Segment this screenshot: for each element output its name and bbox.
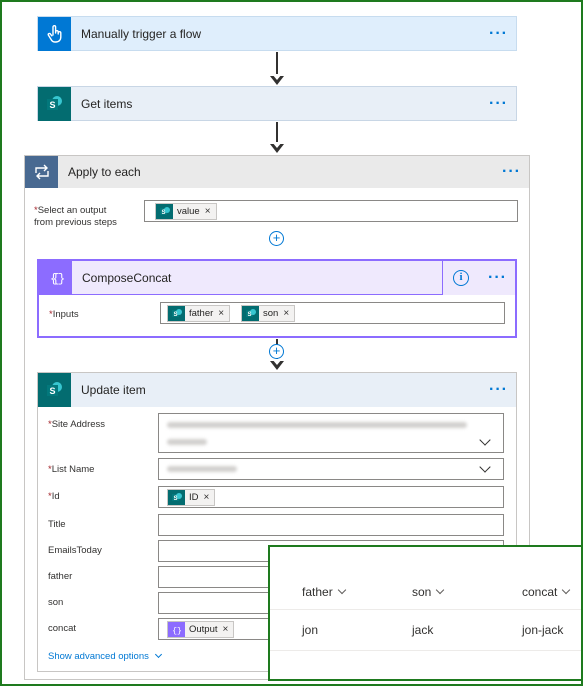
row-divider — [270, 650, 581, 651]
insert-step-plus-icon[interactable]: + — [269, 231, 284, 246]
site-address-dropdown[interactable] — [158, 413, 504, 453]
father-token-remove[interactable]: × — [218, 308, 224, 319]
update-item-title: Update item — [81, 383, 146, 397]
value-token-remove[interactable]: × — [205, 206, 211, 217]
id-label: *Id — [48, 491, 60, 502]
inputs-label: *Inputs — [49, 309, 79, 320]
son-token-remove[interactable]: × — [283, 308, 289, 319]
output-token-remove[interactable]: × — [223, 624, 229, 635]
id-field[interactable]: S ID × — [158, 486, 504, 508]
father-token[interactable]: S father × — [167, 305, 231, 322]
id-token[interactable]: S ID × — [167, 489, 216, 506]
son-token[interactable]: S son × — [241, 305, 296, 322]
title-label: Title — [48, 519, 66, 530]
emails-today-label: EmailsToday — [48, 545, 102, 556]
svg-text:S: S — [49, 386, 55, 396]
update-item-header[interactable]: S Update item — [38, 373, 516, 407]
sharepoint-icon: S — [168, 306, 185, 321]
value-token-label: value — [177, 206, 200, 217]
header-divider — [270, 609, 581, 610]
chevron-down-icon — [436, 585, 445, 595]
svg-text:S: S — [247, 312, 251, 318]
hand-touch-icon — [38, 17, 71, 51]
svg-text:S: S — [161, 210, 165, 216]
svg-text:{}: {} — [172, 627, 182, 635]
apply-to-each-more-button[interactable]: ··· — [502, 156, 521, 188]
trigger-title: Manually trigger a flow — [81, 27, 202, 41]
insert-step-plus-icon[interactable]: + — [269, 344, 284, 359]
apply-to-each-title: Apply to each — [68, 165, 141, 179]
cell-father: jon — [302, 623, 319, 637]
connector-arrow — [270, 142, 284, 153]
get-items-card[interactable]: S Get items ··· — [37, 86, 517, 121]
concat-label: concat — [48, 623, 76, 634]
son-token-label: son — [263, 308, 279, 319]
son-label: son — [48, 597, 64, 608]
redacted-text — [167, 439, 207, 445]
list-view-overlay: father son concat jon jack jon-jack — [268, 545, 583, 681]
loop-icon — [25, 156, 58, 188]
chevron-down-icon — [562, 585, 571, 595]
title-field[interactable] — [158, 514, 504, 536]
column-header-concat[interactable]: concat — [522, 585, 571, 599]
show-advanced-options-link[interactable]: Show advanced options — [48, 650, 162, 662]
compose-card[interactable]: { { } ComposeConcat i ··· *Inputs S fath… — [37, 259, 517, 338]
compose-more-button[interactable]: ··· — [488, 261, 507, 295]
sharepoint-icon: S — [156, 204, 173, 219]
id-token-remove[interactable]: × — [204, 492, 210, 503]
info-icon[interactable]: i — [453, 270, 469, 286]
value-token[interactable]: S value × — [155, 203, 217, 220]
svg-text:S: S — [173, 496, 177, 502]
column-header-son[interactable]: son — [412, 585, 445, 599]
trigger-card[interactable]: Manually trigger a flow ··· — [37, 16, 517, 51]
sharepoint-icon: S — [168, 490, 185, 505]
cell-concat: jon-jack — [522, 623, 564, 637]
site-address-label: *Site Address — [48, 419, 106, 430]
compose-title: ComposeConcat — [82, 270, 172, 285]
select-output-input[interactable]: S value × — [144, 200, 518, 222]
trigger-more-button[interactable]: ··· — [489, 17, 508, 51]
sharepoint-icon: S — [242, 306, 259, 321]
chevron-down-icon — [479, 434, 491, 446]
cell-son: jack — [412, 623, 434, 637]
compose-braces-icon: {} — [168, 622, 185, 637]
svg-text:S: S — [49, 100, 55, 110]
update-item-more-button[interactable]: ··· — [489, 373, 508, 407]
chevron-down-icon — [479, 461, 491, 473]
chevron-down-icon — [337, 585, 346, 595]
svg-text:}: } — [58, 272, 65, 286]
sharepoint-icon: S — [38, 87, 71, 121]
column-header-father[interactable]: father — [302, 585, 346, 599]
get-items-more-button[interactable]: ··· — [489, 87, 508, 121]
list-name-label: *List Name — [48, 464, 95, 475]
chevron-down-icon — [154, 650, 162, 659]
svg-text:{: { — [50, 272, 57, 286]
svg-text:S: S — [173, 312, 177, 318]
get-items-title: Get items — [81, 97, 133, 111]
connector-arrow — [270, 74, 284, 85]
apply-to-each-header[interactable]: Apply to each — [25, 156, 529, 188]
sharepoint-icon: S — [38, 373, 71, 407]
father-label: father — [48, 571, 73, 582]
list-name-dropdown[interactable] — [158, 458, 504, 480]
compose-inputs-field[interactable]: S father × S son × — [160, 302, 505, 324]
output-token[interactable]: {} Output × — [167, 621, 235, 638]
id-token-label: ID — [189, 492, 199, 503]
select-output-label: *Select an output from previous steps — [34, 205, 117, 228]
output-token-label: Output — [189, 624, 218, 635]
compose-braces-icon: { { } — [39, 261, 72, 294]
father-token-label: father — [189, 308, 214, 319]
redacted-text — [167, 466, 237, 472]
connector-arrow — [270, 359, 284, 370]
redacted-text — [167, 422, 467, 428]
